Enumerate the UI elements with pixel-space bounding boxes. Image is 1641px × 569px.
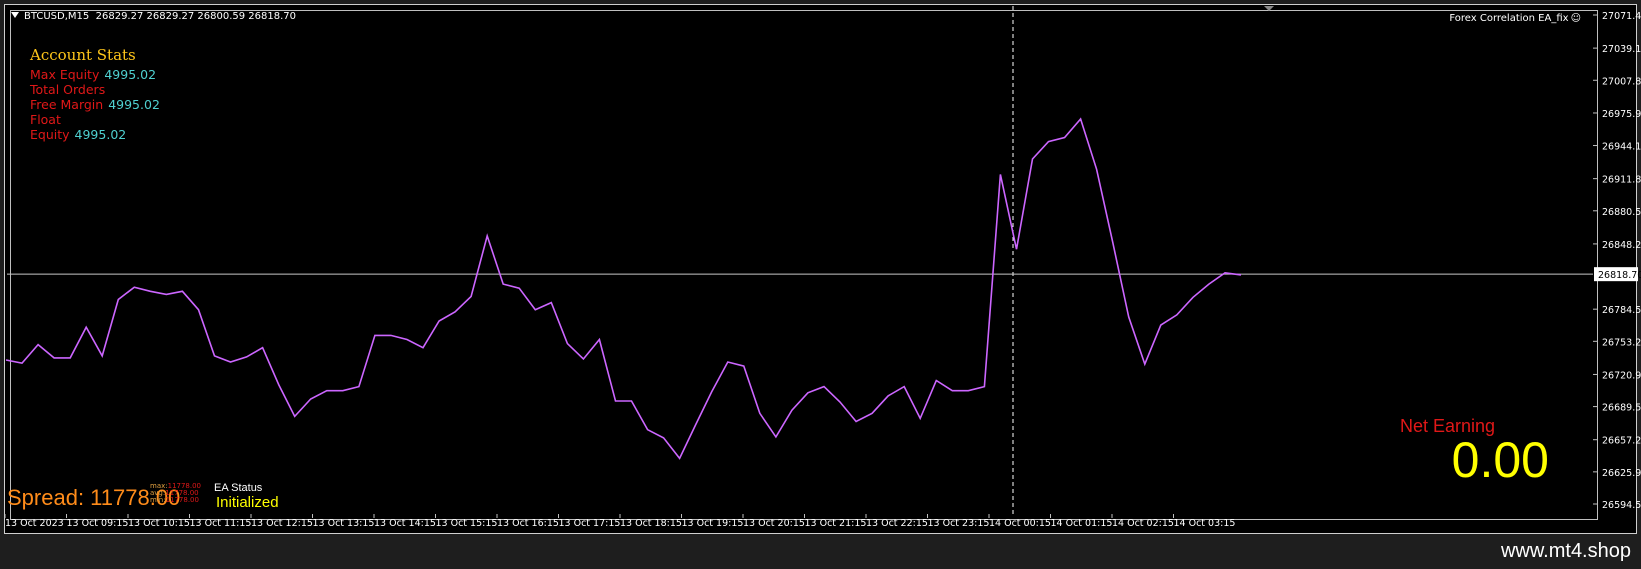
x-tick-label: 13 Oct 12:15: [251, 518, 313, 529]
y-tick-label: 26657.25: [1602, 436, 1641, 447]
x-tick-label: 13 Oct 18:15: [620, 518, 682, 529]
chart-shift-icon: [1264, 6, 1274, 11]
y-tick-label: 26880.50: [1602, 207, 1641, 218]
x-tick-label: 13 Oct 2023: [5, 518, 64, 529]
y-tick-label: 26753.20: [1602, 337, 1641, 348]
watermark: www.mt4.shop: [1500, 540, 1631, 562]
y-tick-label: 27039.15: [1602, 44, 1641, 55]
account-stats-title: Account Stats: [30, 46, 136, 64]
spread-stats: max:11778.00 avg:11778.00 min:11778.00: [150, 483, 201, 504]
x-tick-label: 13 Oct 15:15: [436, 518, 498, 529]
x-tick-label: 13 Oct 22:15: [866, 518, 928, 529]
x-tick-label: 13 Oct 10:15: [128, 518, 190, 529]
y-tick-label: 26689.55: [1602, 403, 1641, 414]
x-tick-label: 13 Oct 23:15: [928, 518, 990, 529]
ea-status-value: Initialized: [216, 494, 279, 511]
x-tick-label: 13 Oct 09:15: [67, 518, 129, 529]
y-tick-label: 27071.45: [1602, 11, 1641, 22]
x-tick-label: 13 Oct 21:15: [805, 518, 867, 529]
y-tick-label: 26720.90: [1602, 370, 1641, 381]
x-tick-label: 14 Oct 02:15: [1112, 518, 1174, 529]
x-tick-label: 13 Oct 13:15: [313, 518, 375, 529]
net-earning-value: 0.00: [1451, 432, 1549, 488]
stat-float: Float: [30, 112, 61, 127]
y-tick-label: 26975.90: [1602, 109, 1641, 120]
ea-status-title: EA Status: [214, 482, 263, 494]
stat-equity: Equity 4995.02: [30, 127, 127, 142]
y-tick-label: 26944.15: [1602, 142, 1641, 153]
x-tick-label: 13 Oct 19:15: [682, 518, 744, 529]
x-tick-label: 13 Oct 11:15: [190, 518, 252, 529]
x-tick-label: 13 Oct 20:15: [743, 518, 805, 529]
y-tick-label: 27007.80: [1602, 76, 1641, 87]
x-tick-label: 14 Oct 03:15: [1174, 518, 1236, 529]
x-tick-label: 14 Oct 00:15: [989, 518, 1051, 529]
y-tick-label: 26848.20: [1602, 240, 1641, 251]
stat-free-margin: Free Margin 4995.02: [30, 97, 160, 112]
x-tick-label: 13 Oct 14:15: [374, 518, 436, 529]
y-tick-label: 26784.55: [1602, 305, 1641, 316]
stat-total-orders: Total Orders: [30, 82, 106, 97]
account-stats-panel: Account Stats Max Equity 4995.02 Total Or…: [30, 46, 160, 142]
x-tick-label: 14 Oct 01:15: [1051, 518, 1113, 529]
y-tick-label: 26911.85: [1602, 175, 1641, 186]
current-price-label: 26818.70: [1598, 270, 1641, 281]
y-tick-label: 26625.90: [1602, 468, 1641, 479]
x-tick-label: 13 Oct 16:15: [497, 518, 559, 529]
x-tick-label: 13 Oct 17:15: [559, 518, 621, 529]
stat-max-equity: Max Equity 4995.02: [30, 67, 157, 82]
price-series-line: [5, 117, 1242, 460]
spread-min: min:11778.00: [150, 496, 199, 504]
y-tick-label: 26594.55: [1602, 500, 1641, 511]
